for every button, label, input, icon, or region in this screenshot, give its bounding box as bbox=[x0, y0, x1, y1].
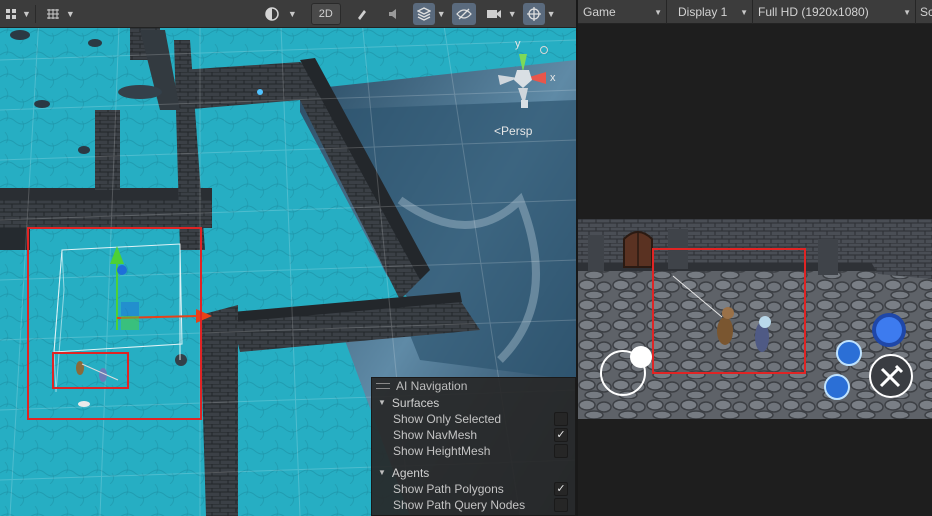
option-label: Show Only Selected bbox=[393, 412, 502, 426]
projection-toggle[interactable]: <Persp bbox=[494, 124, 532, 138]
section-surfaces[interactable]: ▼ Surfaces bbox=[372, 394, 575, 411]
game-toolbar: Game ▼ Display 1 ▼ Full HD (1920x1080) ▼… bbox=[578, 0, 932, 24]
chevron-down-icon[interactable]: ▼ bbox=[547, 9, 556, 19]
option-show-only-selected[interactable]: Show Only Selected bbox=[372, 411, 575, 427]
toolbar-divider bbox=[34, 4, 36, 23]
scene-view[interactable]: ▼ ▼ ▼ 2D ▼ ▼ ▼ y x <Persp AI Navigation … bbox=[0, 0, 576, 516]
chevron-down-icon[interactable]: ▼ bbox=[22, 9, 31, 19]
audio-icon[interactable] bbox=[381, 3, 407, 25]
game-tab-label: Game bbox=[583, 5, 616, 19]
show-heightmesh-checkbox[interactable] bbox=[554, 444, 568, 458]
ai-navigation-header[interactable]: AI Navigation bbox=[372, 378, 575, 394]
scale-label: Sc bbox=[920, 5, 932, 19]
persp-caret-icon: < bbox=[494, 124, 502, 138]
effects-icon[interactable] bbox=[412, 2, 435, 25]
option-label: Show HeightMesh bbox=[393, 444, 491, 458]
show-navmesh-checkbox[interactable]: ✓ bbox=[554, 428, 568, 442]
foldout-triangle-icon[interactable]: ▼ bbox=[378, 398, 386, 407]
toggle-2d-button[interactable]: 2D bbox=[310, 2, 341, 25]
show-path-query-nodes-checkbox[interactable] bbox=[554, 498, 568, 512]
option-show-navmesh[interactable]: Show NavMesh ✓ bbox=[372, 427, 575, 443]
section-title: Agents bbox=[391, 465, 430, 480]
display-dropdown[interactable]: Display 1 ▼ bbox=[673, 0, 753, 24]
chevron-down-icon: ▼ bbox=[654, 7, 662, 17]
resolution-dropdown[interactable]: Full HD (1920x1080) ▼ bbox=[753, 0, 916, 24]
option-label: Show Path Query Nodes bbox=[393, 498, 526, 512]
shading-mode-icon[interactable] bbox=[258, 3, 286, 25]
unity-editor: ▼ ▼ ▼ 2D ▼ ▼ ▼ y x <Persp AI Navigation … bbox=[0, 0, 932, 516]
show-path-polygons-checkbox[interactable]: ✓ bbox=[554, 482, 568, 496]
projection-label: Persp bbox=[501, 124, 533, 138]
orientation-gizmo[interactable] bbox=[488, 40, 558, 120]
camera-icon[interactable] bbox=[482, 3, 506, 25]
game-view[interactable]: Game ▼ Display 1 ▼ Full HD (1920x1080) ▼… bbox=[578, 0, 932, 516]
option-show-path-polygons[interactable]: Show Path Polygons ✓ bbox=[372, 481, 575, 497]
game-tab-dropdown[interactable]: Game ▼ bbox=[578, 0, 667, 24]
game-scene[interactable] bbox=[578, 219, 932, 419]
chevron-down-icon[interactable]: ▼ bbox=[288, 9, 297, 19]
lighting-icon[interactable] bbox=[349, 3, 375, 25]
grid-icon[interactable] bbox=[42, 3, 64, 25]
option-show-path-query-nodes[interactable]: Show Path Query Nodes bbox=[372, 497, 575, 513]
scale-slider[interactable]: Sc bbox=[916, 0, 932, 24]
game-render-canvas[interactable] bbox=[578, 219, 932, 419]
ai-navigation-title: AI Navigation bbox=[396, 379, 468, 393]
chevron-down-icon: ▼ bbox=[740, 7, 748, 17]
chevron-down-icon[interactable]: ▼ bbox=[508, 9, 517, 19]
section-agents[interactable]: ▼ Agents bbox=[372, 464, 575, 481]
foldout-triangle-icon[interactable]: ▼ bbox=[378, 468, 386, 477]
draw-mode-icon[interactable] bbox=[2, 3, 20, 25]
gizmo-x-label: x bbox=[550, 72, 556, 84]
drag-handle-icon[interactable] bbox=[376, 383, 390, 389]
gizmos-icon[interactable] bbox=[522, 2, 545, 25]
chevron-down-icon[interactable]: ▼ bbox=[66, 9, 75, 19]
section-title: Surfaces bbox=[391, 395, 440, 410]
visibility-icon[interactable] bbox=[451, 2, 476, 25]
display-label: Display 1 bbox=[678, 5, 728, 19]
resolution-label: Full HD (1920x1080) bbox=[758, 5, 869, 19]
scene-toolbar: ▼ ▼ ▼ 2D ▼ ▼ ▼ bbox=[0, 0, 576, 28]
show-only-selected-checkbox[interactable] bbox=[554, 412, 568, 426]
ai-navigation-overlay[interactable]: AI Navigation ▼ Surfaces Show Only Selec… bbox=[371, 377, 576, 516]
chevron-down-icon: ▼ bbox=[903, 7, 911, 17]
option-label: Show NavMesh bbox=[393, 428, 478, 442]
option-show-heightmesh[interactable]: Show HeightMesh bbox=[372, 443, 575, 459]
option-label: Show Path Polygons bbox=[393, 482, 504, 496]
chevron-down-icon[interactable]: ▼ bbox=[437, 9, 446, 19]
gizmo-y-label: y bbox=[515, 38, 521, 50]
